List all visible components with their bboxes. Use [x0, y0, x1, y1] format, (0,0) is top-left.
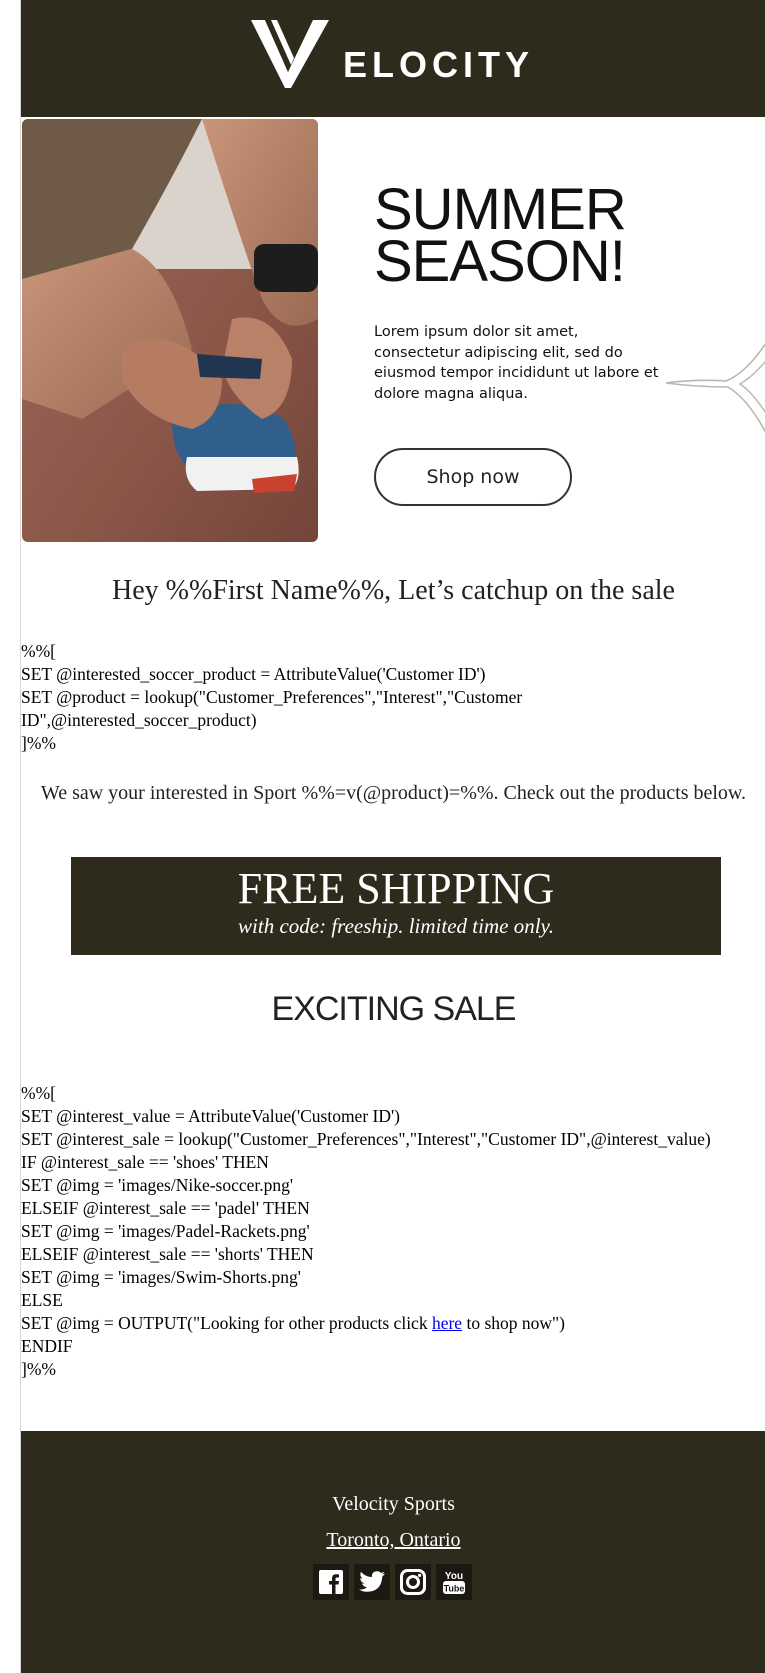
footer-location-link[interactable]: Toronto, Ontario: [21, 1529, 765, 1552]
hero-section: SUMMER SEASON! Lorem ipsum dolor sit ame…: [21, 118, 765, 548]
velocity-v-logo-icon: [251, 20, 329, 88]
banner-title: FREE SHIPPING: [237, 864, 555, 913]
footer-company: Velocity Sports: [332, 1493, 455, 1515]
here-link[interactable]: here: [432, 1313, 462, 1333]
banner-subtitle: with code: freeship. limited time only.: [238, 914, 554, 938]
email-footer: Velocity Sports Toronto, Ontario You Tube: [21, 1431, 765, 1673]
twitter-icon[interactable]: [354, 1564, 390, 1600]
sparkle-decoration-icon: [666, 343, 765, 433]
shop-now-button[interactable]: Shop now: [374, 448, 572, 506]
facebook-icon[interactable]: [313, 1564, 349, 1600]
instagram-icon[interactable]: [395, 1564, 431, 1600]
free-shipping-banner: FREE SHIPPING with code: freeship. limit…: [71, 857, 721, 955]
hero-title: SUMMER SEASON!: [374, 177, 627, 294]
ampscript-block-1: %%[ SET @interested_soccer_product = Att…: [21, 641, 523, 753]
svg-text:Tube: Tube: [444, 1584, 465, 1594]
sale-heading: EXCITING SALE: [271, 990, 517, 1028]
ampscript-block-2: %%[ SET @interest_value = AttributeValue…: [21, 1082, 741, 1381]
brand-wordmark: ELOCITY: [343, 44, 535, 85]
interest-text: We saw your interested in Sport %%=v(@pr…: [40, 782, 747, 804]
email-header: ELOCITY: [21, 0, 765, 117]
hero-copy: Lorem ipsum dolor sit amet, consectetur …: [374, 324, 659, 402]
greeting-heading: Hey %%First Name%%, Let’s catchup on the…: [112, 575, 675, 606]
runner-tying-shoe-photo: [22, 119, 318, 542]
ampscript-text: %%[ SET @interest_value = AttributeValue…: [21, 1083, 711, 1333]
youtube-icon[interactable]: You Tube: [436, 1564, 472, 1600]
svg-text:You: You: [445, 1571, 463, 1582]
email-body: ELOCITY SUMMER SEASON! Lorem ipsum dolor…: [20, 0, 765, 1673]
